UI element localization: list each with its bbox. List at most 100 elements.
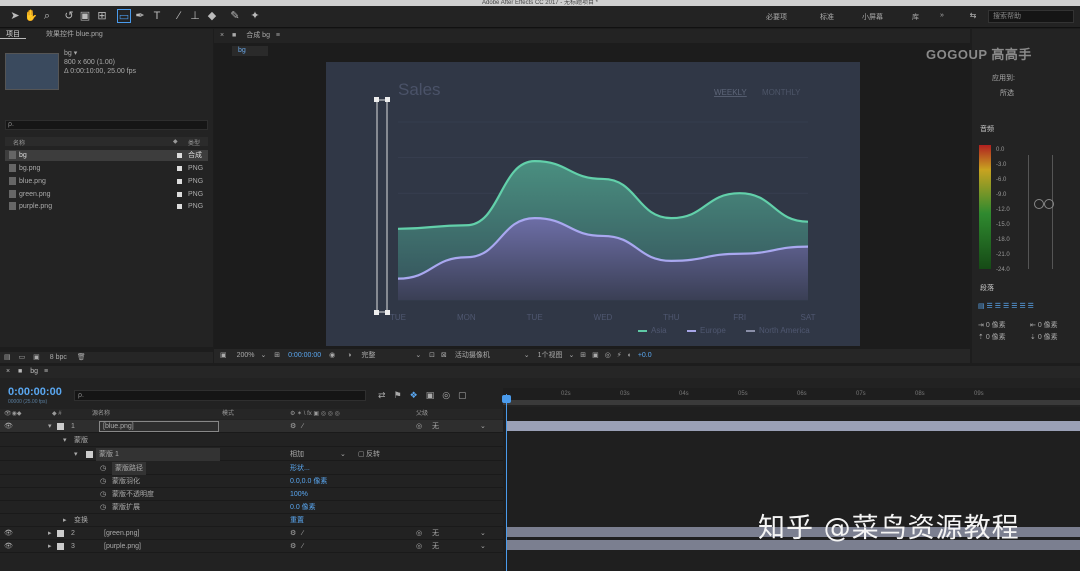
tab-effect-controls[interactable]: 效果控件 blue.png [40, 31, 109, 38]
new-comp-icon[interactable]: ▣ [33, 354, 40, 361]
camera-tool-icon[interactable]: ▣ [78, 9, 92, 23]
expand-arrow-icon[interactable]: ▸ [48, 540, 52, 553]
expand-arrow-icon[interactable]: ▸ [63, 514, 67, 527]
visibility-icon[interactable]: 👁 [4, 527, 13, 540]
timeline-search-input[interactable]: ρ. [74, 390, 366, 401]
workspace-essentials[interactable]: 必要项 [766, 12, 787, 22]
stopwatch-icon[interactable]: ◷ [100, 501, 106, 514]
mask-vertex[interactable] [385, 97, 390, 102]
audio-slider-knob[interactable] [1034, 199, 1044, 209]
switches-icons[interactable]: ⚙ ✶ \ fx ▣ ◎ ◎ ◎ [290, 409, 340, 419]
parent-pickwhip-icon[interactable]: ◎ [416, 420, 422, 433]
expand-arrow-icon[interactable]: ▾ [63, 434, 67, 447]
selection-tool-icon[interactable]: ➤ [8, 9, 22, 23]
audio-slider-knob[interactable] [1044, 199, 1054, 209]
bpc-button[interactable]: 8 bpc [50, 354, 67, 361]
pan-behind-tool-icon[interactable]: ⊞ [95, 9, 109, 23]
workspace-overflow-icon[interactable]: » [940, 12, 944, 19]
resolution-select[interactable]: 完整 [361, 352, 375, 359]
label-color[interactable] [177, 204, 182, 209]
layer-name[interactable]: [purple.png] [104, 540, 141, 553]
mask-name[interactable]: 蒙版 1 [96, 448, 220, 461]
grid-toggle-icon[interactable]: ⊞ [274, 352, 280, 359]
expand-arrow-icon[interactable]: ▾ [48, 420, 52, 433]
interpret-footage-icon[interactable]: ▤ [4, 354, 11, 361]
lock-icon[interactable]: ■ [232, 32, 236, 39]
visibility-icon[interactable]: 👁 [4, 540, 13, 553]
layer-name[interactable]: [green.png] [104, 527, 139, 540]
close-icon[interactable]: × [6, 368, 10, 375]
camera-select[interactable]: 活动摄像机 [455, 352, 490, 359]
type-tool-icon[interactable]: T [150, 9, 164, 23]
visibility-icon[interactable]: 👁 [4, 420, 13, 433]
selected-item-name[interactable]: bg ▾ [64, 49, 77, 58]
file-row[interactable]: purple.png PNG [5, 201, 208, 212]
comp-canvas[interactable]: Sales WEEKLY MONTHLY TUE MON TUE WED THU FRI S… [326, 62, 860, 346]
mask-color[interactable] [86, 451, 93, 458]
space-after[interactable]: ⇣ 0 像素 [1030, 333, 1058, 342]
file-row[interactable]: green.png PNG [5, 189, 208, 200]
search-help-input[interactable]: 搜索帮助 [988, 10, 1074, 23]
mask-outline[interactable] [376, 99, 388, 313]
chevron-down-icon[interactable]: ⌄ [340, 448, 346, 461]
transparency-grid-icon[interactable]: ⊠ [441, 352, 447, 359]
property-mask-1[interactable]: ▾ 蒙版 1 相加 ⌄ ▢ 反转 [0, 448, 503, 461]
indent-left[interactable]: ⇥ 0 像素 [978, 321, 1006, 330]
indent-right[interactable]: ⇤ 0 像素 [1030, 321, 1058, 330]
file-row[interactable]: blue.png PNG [5, 176, 208, 187]
column-source-name[interactable]: 源名称 [92, 409, 110, 419]
channel-icon[interactable]: ◑ [347, 352, 351, 359]
tab-project[interactable]: 项目 [0, 31, 26, 39]
chevron-down-icon[interactable]: ⌄ [568, 352, 574, 359]
chevron-down-icon[interactable]: ⌄ [260, 352, 266, 359]
toggle-monthly[interactable]: MONTHLY [762, 88, 801, 97]
label-color[interactable] [57, 530, 64, 537]
property-group-masks[interactable]: ▾ 蒙版 [0, 434, 503, 447]
parent-pickwhip-icon[interactable]: ◎ [416, 540, 422, 553]
chevron-down-icon[interactable]: ⌄ [524, 352, 530, 359]
time-ruler[interactable]: 02s 03s 04s 05s 06s 07s 08s 09s [503, 388, 1080, 400]
project-search-input[interactable]: ρ. [5, 120, 208, 130]
eraser-tool-icon[interactable]: ◆ [205, 9, 219, 23]
quality-switch-icon[interactable]: ⚙ ∕ [290, 540, 303, 553]
mask-mode-select[interactable]: 相加 [290, 448, 304, 461]
label-color[interactable] [177, 192, 182, 197]
rectangle-tool-icon[interactable]: ▭ [117, 9, 131, 23]
timeline-switch-icons[interactable]: ⇄⚑❖▣◎▢ [378, 390, 475, 401]
property-group-transform[interactable]: ▸ 变换 重置 [0, 514, 503, 527]
expansion-value[interactable]: 0.0 像素 [290, 501, 316, 514]
av-features-icon[interactable]: 👁◉◆ [4, 409, 21, 419]
exposure-value[interactable]: +0.0 [638, 352, 652, 359]
opacity-value[interactable]: 100% [290, 488, 308, 501]
workspace-small-screen[interactable]: 小屏幕 [862, 12, 883, 22]
column-name[interactable]: 名称 [13, 138, 25, 147]
3d-draft-icon[interactable]: ▣ [592, 352, 599, 359]
close-icon[interactable]: × [220, 32, 224, 39]
property-mask-path[interactable]: ◷ 蒙版路径 形状... [0, 462, 503, 475]
mask-vertex[interactable] [374, 310, 379, 315]
mask-vertex[interactable] [385, 310, 390, 315]
label-icon[interactable]: ◆ [173, 138, 178, 145]
space-before[interactable]: ⇡ 0 像素 [978, 333, 1006, 342]
expand-arrow-icon[interactable]: ▸ [48, 527, 52, 540]
quality-switch-icon[interactable]: ⚙ ∕ [290, 527, 303, 540]
chevron-down-icon[interactable]: ⌄ [480, 540, 486, 553]
feather-value[interactable]: 0.0,0.0 像素 [290, 475, 327, 488]
snapshot-icon[interactable]: ◉ [329, 352, 335, 359]
stopwatch-icon[interactable]: ◷ [100, 462, 106, 475]
rotate-tool-icon[interactable]: ↺ [62, 9, 76, 23]
property-mask-expansion[interactable]: ◷ 蒙版扩展 0.0 像素 [0, 501, 503, 514]
invert-checkbox[interactable]: ▢ [358, 448, 365, 461]
quality-switch-icon[interactable]: ⚙ ∕ [290, 420, 303, 433]
roto-brush-tool-icon[interactable]: ✎ [228, 9, 242, 23]
transform-reset[interactable]: 重置 [290, 514, 304, 527]
property-mask-opacity[interactable]: ◷ 蒙版不透明度 100% [0, 488, 503, 501]
puppet-pin-tool-icon[interactable]: ✦ [248, 9, 262, 23]
workspace-standard[interactable]: 标准 [820, 12, 834, 22]
file-row[interactable]: bg.png PNG [5, 163, 208, 174]
clone-stamp-tool-icon[interactable]: ⊥ [188, 9, 202, 23]
expand-arrow-icon[interactable]: ▾ [74, 448, 78, 461]
fast-preview-icon[interactable]: ⚡ [617, 352, 622, 359]
delete-icon[interactable]: 🗑 [77, 354, 86, 361]
current-time-indicator[interactable] [506, 394, 507, 571]
